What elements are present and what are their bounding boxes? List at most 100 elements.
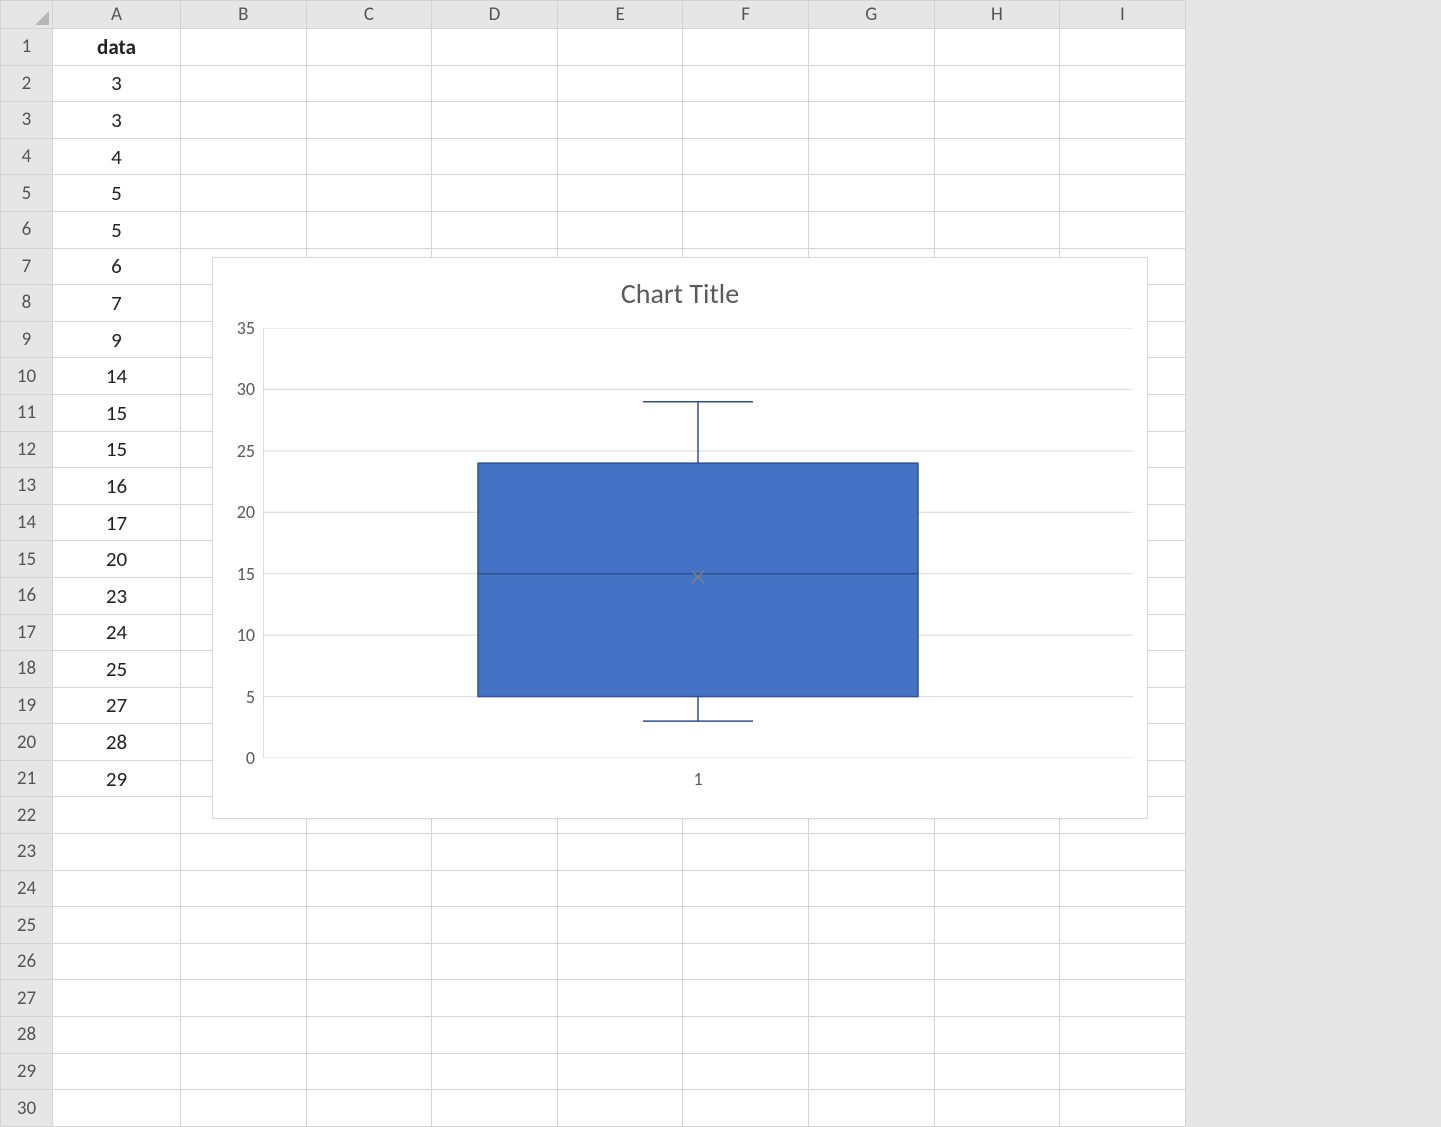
row-header-27[interactable]: 27: [1, 980, 53, 1017]
cell-I23[interactable]: [1060, 834, 1186, 871]
cell-C23[interactable]: [306, 834, 432, 871]
cell-A16[interactable]: 23: [53, 577, 181, 614]
cell-A26[interactable]: [53, 943, 181, 980]
cell-A14[interactable]: 17: [53, 504, 181, 541]
cell-G2[interactable]: [808, 65, 934, 102]
row-header-4[interactable]: 4: [1, 138, 53, 175]
cell-I28[interactable]: [1060, 1017, 1186, 1054]
row-header-25[interactable]: 25: [1, 907, 53, 944]
cell-B26[interactable]: [181, 943, 307, 980]
cell-E24[interactable]: [557, 870, 683, 907]
cell-B30[interactable]: [181, 1090, 307, 1127]
cell-A22[interactable]: [53, 797, 181, 834]
cell-H5[interactable]: [934, 175, 1060, 212]
cell-A30[interactable]: [53, 1090, 181, 1127]
cell-A3[interactable]: 3: [53, 102, 181, 139]
cell-I26[interactable]: [1060, 943, 1186, 980]
cell-A5[interactable]: 5: [53, 175, 181, 212]
cell-A29[interactable]: [53, 1053, 181, 1090]
cell-H2[interactable]: [934, 65, 1060, 102]
column-header-F[interactable]: F: [683, 1, 809, 29]
row-header-10[interactable]: 10: [1, 358, 53, 395]
cell-F2[interactable]: [683, 65, 809, 102]
cell-E30[interactable]: [557, 1090, 683, 1127]
column-header-B[interactable]: B: [181, 1, 307, 29]
row-header-11[interactable]: 11: [1, 394, 53, 431]
cell-H27[interactable]: [934, 980, 1060, 1017]
cell-B5[interactable]: [181, 175, 307, 212]
cell-G24[interactable]: [808, 870, 934, 907]
cell-G6[interactable]: [808, 211, 934, 248]
cell-I24[interactable]: [1060, 870, 1186, 907]
cell-E6[interactable]: [557, 211, 683, 248]
cell-F1[interactable]: [683, 29, 809, 66]
chart-object[interactable]: Chart Title 051015202530351: [212, 257, 1148, 819]
cell-A27[interactable]: [53, 980, 181, 1017]
cell-H26[interactable]: [934, 943, 1060, 980]
cell-I25[interactable]: [1060, 907, 1186, 944]
cell-G27[interactable]: [808, 980, 934, 1017]
cell-D29[interactable]: [432, 1053, 558, 1090]
cell-H3[interactable]: [934, 102, 1060, 139]
cell-A6[interactable]: 5: [53, 211, 181, 248]
cell-H30[interactable]: [934, 1090, 1060, 1127]
cell-B1[interactable]: [181, 29, 307, 66]
cell-G29[interactable]: [808, 1053, 934, 1090]
cell-F4[interactable]: [683, 138, 809, 175]
cell-B3[interactable]: [181, 102, 307, 139]
cell-G3[interactable]: [808, 102, 934, 139]
cell-C6[interactable]: [306, 211, 432, 248]
row-header-21[interactable]: 21: [1, 760, 53, 797]
cell-A4[interactable]: 4: [53, 138, 181, 175]
cell-A9[interactable]: 9: [53, 321, 181, 358]
cell-I4[interactable]: [1060, 138, 1186, 175]
cell-D26[interactable]: [432, 943, 558, 980]
cell-E26[interactable]: [557, 943, 683, 980]
cell-D28[interactable]: [432, 1017, 558, 1054]
cell-F29[interactable]: [683, 1053, 809, 1090]
cell-F23[interactable]: [683, 834, 809, 871]
row-header-28[interactable]: 28: [1, 1017, 53, 1054]
cell-I6[interactable]: [1060, 211, 1186, 248]
cell-G5[interactable]: [808, 175, 934, 212]
row-header-22[interactable]: 22: [1, 797, 53, 834]
cell-E25[interactable]: [557, 907, 683, 944]
cell-D30[interactable]: [432, 1090, 558, 1127]
cell-A19[interactable]: 27: [53, 687, 181, 724]
column-header-C[interactable]: C: [306, 1, 432, 29]
cell-B23[interactable]: [181, 834, 307, 871]
row-header-2[interactable]: 2: [1, 65, 53, 102]
cell-A17[interactable]: 24: [53, 614, 181, 651]
cell-G23[interactable]: [808, 834, 934, 871]
cell-C28[interactable]: [306, 1017, 432, 1054]
cell-D2[interactable]: [432, 65, 558, 102]
row-header-29[interactable]: 29: [1, 1053, 53, 1090]
cell-B2[interactable]: [181, 65, 307, 102]
row-header-30[interactable]: 30: [1, 1090, 53, 1127]
cell-F25[interactable]: [683, 907, 809, 944]
cell-D6[interactable]: [432, 211, 558, 248]
cell-A7[interactable]: 6: [53, 248, 181, 285]
column-header-I[interactable]: I: [1060, 1, 1186, 29]
cell-C27[interactable]: [306, 980, 432, 1017]
chart-plot-area[interactable]: 051015202530351: [263, 328, 1133, 758]
cell-H23[interactable]: [934, 834, 1060, 871]
cell-B25[interactable]: [181, 907, 307, 944]
column-header-G[interactable]: G: [808, 1, 934, 29]
cell-A15[interactable]: 20: [53, 541, 181, 578]
cell-D1[interactable]: [432, 29, 558, 66]
row-header-9[interactable]: 9: [1, 321, 53, 358]
cell-D27[interactable]: [432, 980, 558, 1017]
cell-A23[interactable]: [53, 834, 181, 871]
cell-A8[interactable]: 7: [53, 285, 181, 322]
cell-C24[interactable]: [306, 870, 432, 907]
cell-A10[interactable]: 14: [53, 358, 181, 395]
cell-A28[interactable]: [53, 1017, 181, 1054]
cell-E28[interactable]: [557, 1017, 683, 1054]
cell-E5[interactable]: [557, 175, 683, 212]
column-header-E[interactable]: E: [557, 1, 683, 29]
cell-A18[interactable]: 25: [53, 651, 181, 688]
cell-A1[interactable]: data: [53, 29, 181, 66]
cell-H28[interactable]: [934, 1017, 1060, 1054]
cell-I3[interactable]: [1060, 102, 1186, 139]
